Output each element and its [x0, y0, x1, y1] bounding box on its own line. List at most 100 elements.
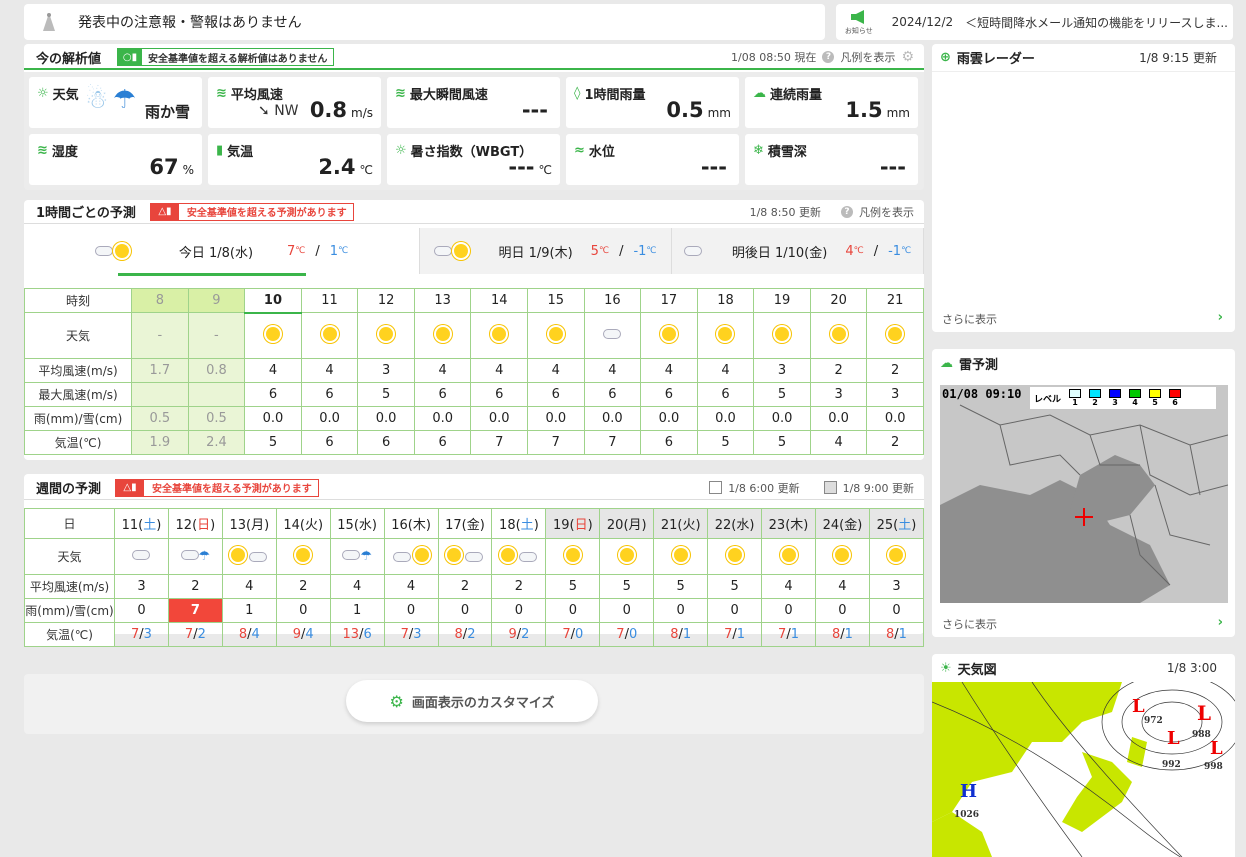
water-level-icon: ≈: [574, 143, 585, 158]
hourly-cell: 9: [187, 288, 246, 313]
weekly-cell: [761, 538, 816, 575]
news-text[interactable]: ＜短時間降水メール通知の機能をリリースしま...: [965, 14, 1233, 31]
chevron-right-icon[interactable]: ›: [1218, 310, 1223, 325]
wind-icon: ≋: [216, 86, 227, 101]
news-bar[interactable]: お知らせ 2024/12/2 ＜短時間降水メール通知の機能をリリースしま...: [836, 4, 1233, 40]
weekly-title: 週間の予測: [36, 482, 102, 497]
legend-link[interactable]: 凡例を表示: [859, 204, 914, 220]
hourly-cell: 0.5: [187, 406, 246, 431]
help-icon[interactable]: ?: [841, 205, 853, 218]
hourly-cell: 1.7: [131, 358, 189, 383]
level-swatch: 1: [1069, 389, 1082, 407]
sun-cloud-icon: ☀: [940, 660, 952, 676]
day-tab-0[interactable]: 今日 1/8(水) 7 ℃ / 1 ℃: [24, 228, 420, 274]
radar-panel[interactable]: ⊕ 雨雲レーダー 1/8 9:15 更新 さらに表示 ›: [932, 44, 1235, 332]
help-icon[interactable]: ?: [822, 51, 835, 63]
hourly-table: 時刻 8 9 10 11 12 13 14 15 16 17 18 19 20 21 天気 - - 平均風速(m/s…: [23, 288, 924, 455]
tile-sun-cloud: ☼ 天気 雨か雪 ☃ ☂: [29, 77, 202, 128]
svg-text:L: L: [1167, 728, 1180, 749]
weekly-cell: 19(日): [545, 508, 601, 539]
hourly-cell: [187, 382, 246, 407]
hourly-cell: 0.0: [300, 406, 359, 431]
radar-more-link[interactable]: さらに表示: [942, 311, 997, 327]
customize-button[interactable]: ⚙ 画面表示のカスタマイズ: [346, 680, 598, 722]
row-label: 天気: [24, 538, 115, 575]
hourly-cell: 6: [640, 430, 698, 455]
weekly-row-precip: 雨(mm)/雪(cm) 0 7 1 0 1 0 0 0 0 0 0 0 0 0 0: [24, 598, 925, 623]
chevron-right-icon[interactable]: ›: [1218, 615, 1223, 630]
row-label: 雨(mm)/雪(cm): [23, 406, 133, 431]
sun-icon: [661, 326, 676, 341]
hourly-row-weather: 天気 - -: [23, 312, 924, 359]
thunder-panel[interactable]: ☁ 雷予測 01/08 09:10 レベル 123456 さらに表示 ›: [932, 349, 1235, 637]
row-label: 時刻: [23, 288, 133, 313]
weather-map-panel[interactable]: ☀ 天気図 1/8 3:00 L L L L H 972 988 992 998…: [932, 654, 1235, 857]
weekly-cell: 7: [167, 598, 223, 623]
weekly-cell: 5: [545, 574, 601, 599]
weekly-cell: 4: [761, 574, 816, 599]
weekly-cell: 8/2: [437, 622, 493, 647]
hourly-cell: 3: [809, 382, 868, 407]
wind-direction: ➘ NW: [258, 103, 299, 119]
legend-link[interactable]: 凡例を表示: [840, 49, 895, 65]
weekly-cell: 2: [275, 574, 331, 599]
weekly-cell: 24(金): [814, 508, 870, 539]
thunder-map-time: 01/08 09:10: [942, 387, 1022, 401]
weekly-cell: [114, 538, 169, 575]
weather-map-image[interactable]: L L L L H 972 988 992 998 1026: [932, 682, 1235, 857]
weekly-cell: 1: [221, 598, 277, 623]
hourly-cell: 0.0: [527, 406, 585, 431]
tile-snowflake: ❄ 積雪深 ---: [745, 134, 918, 185]
weekly-cell: 7/1: [707, 622, 763, 647]
sun-icon: [446, 547, 461, 562]
hourly-cell: 19: [753, 288, 811, 313]
weekly-cell: 18(土): [491, 508, 547, 539]
sun-icon: [718, 326, 733, 341]
hourly-cell: 4: [470, 358, 528, 383]
pressure-label: 1026: [954, 810, 980, 820]
tile-raindrop: ◊ 1時間雨量 0.5 mm: [566, 77, 739, 128]
hourly-cell: [640, 312, 698, 359]
thunder-more-link[interactable]: さらに表示: [942, 616, 997, 632]
sun-icon: [835, 547, 850, 562]
thunder-map[interactable]: 01/08 09:10 レベル 123456: [940, 385, 1228, 603]
weekly-cell: 13/6: [329, 622, 385, 647]
hourly-cell: 2: [809, 358, 868, 383]
weekly-cell: [707, 538, 763, 575]
rain-cloud-icon: ☁: [753, 86, 766, 101]
weekly-cell: 0: [491, 598, 547, 623]
row-label: 日: [24, 508, 115, 539]
hourly-cell: 17: [640, 288, 698, 313]
hourly-cell: 7: [583, 430, 642, 455]
hourly-cell: [527, 312, 585, 359]
sun-icon: [775, 326, 790, 341]
warning-lamp-icon: △▮: [116, 479, 145, 496]
day-tab-2[interactable]: 明後日 1/10(金) 4 ℃ / -1 ℃: [672, 228, 924, 274]
hourly-row-hours: 時刻 8 9 10 11 12 13 14 15 16 17 18 19 20 21: [23, 288, 924, 314]
gear-icon[interactable]: ⚙: [901, 49, 914, 65]
hourly-cell: [413, 312, 472, 359]
umbrella-icon: ☂: [113, 85, 137, 115]
day-tab-1[interactable]: 明日 1/9(木) 5 ℃ / -1 ℃: [420, 228, 672, 274]
hourly-cell: -: [131, 312, 189, 359]
weekly-cell: ☂: [329, 538, 385, 575]
weekly-cell: 8/4: [221, 622, 277, 647]
snowflake-icon: ❄: [753, 143, 764, 158]
weekly-cell: [599, 538, 655, 575]
active-tab-indicator: [118, 273, 306, 276]
weekly-cell: 3: [114, 574, 169, 599]
alert-bar[interactable]: 発表中の注意報・警報はありません: [24, 4, 825, 40]
warning-lamp-icon: △▮: [150, 203, 179, 220]
weekly-cell: 2: [437, 574, 493, 599]
hourly-warning-badge: △▮ 安全基準値を超える予測があります: [149, 202, 354, 221]
hourly-cell: 4: [527, 358, 585, 383]
sun-icon: [831, 326, 846, 341]
weekly-cell: [653, 538, 709, 575]
weekly-cell: 2: [167, 574, 223, 599]
weekly-cell: 23(木): [761, 508, 816, 539]
thunder-cloud-icon: ☁: [940, 355, 953, 371]
hourly-cell: 5: [753, 430, 811, 455]
weekly-cell: 3: [868, 574, 925, 599]
hourly-cell: 20: [809, 288, 868, 313]
hourly-row-avg_wind: 平均風速(m/s) 1.7 0.8 4 4 3 4 4 4 4 4 4 3 2 2: [23, 358, 924, 383]
